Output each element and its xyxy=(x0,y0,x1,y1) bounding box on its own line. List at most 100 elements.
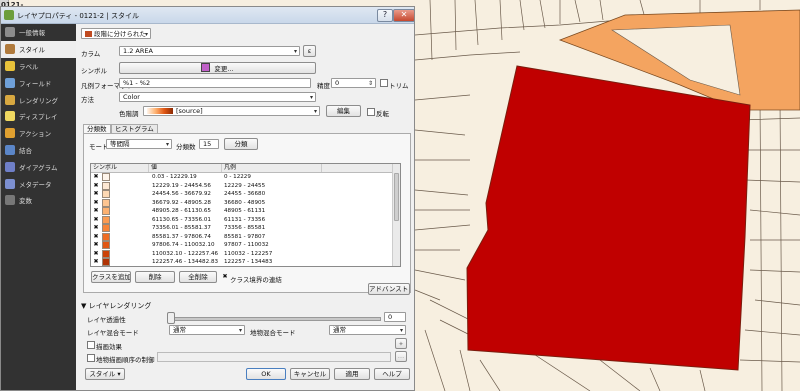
trim-checkbox[interactable] xyxy=(380,79,388,87)
table-row[interactable]: ✖ 97806.74 - 110032.10 97807 - 110032 xyxy=(91,241,400,250)
value-cell[interactable]: 122257.46 - 134482.83 xyxy=(149,258,222,266)
sidebar-item-6[interactable]: アクション xyxy=(1,125,76,142)
scroll-thumb[interactable] xyxy=(394,173,399,221)
table-row[interactable]: ✖ 0.03 - 12229.19 0 - 12229 xyxy=(91,173,400,182)
legend-cell[interactable]: 36680 - 48905 xyxy=(222,199,322,208)
table-row[interactable]: ✖ 48905.28 - 61130.65 48905 - 61131 xyxy=(91,207,400,216)
legend-cell[interactable]: 122257 - 134483 xyxy=(222,258,322,266)
draw-effects-checkbox[interactable] xyxy=(87,341,95,349)
class-color-swatch[interactable] xyxy=(102,232,110,241)
sidebar-item-8[interactable]: ダイアグラム xyxy=(1,158,76,175)
classify-button[interactable]: 分類 xyxy=(224,138,258,150)
precision-spinbox[interactable]: 0 ⇕ xyxy=(331,78,376,88)
change-symbol-button[interactable]: 変更... xyxy=(119,62,316,74)
header-symbol[interactable]: シンボル xyxy=(91,164,149,172)
legend-cell[interactable]: 61131 - 73356 xyxy=(222,216,322,225)
table-row[interactable]: ✖ 12229.19 - 24454.56 12229 - 24455 xyxy=(91,181,400,191)
table-row[interactable]: ✖ 36679.92 - 48905.28 36680 - 48905 xyxy=(91,198,400,208)
sidebar-item-3[interactable]: フィールド xyxy=(1,74,76,91)
transparency-slider-handle[interactable] xyxy=(167,312,175,324)
row-visible-checkbox[interactable]: ✖ xyxy=(93,216,99,223)
row-visible-checkbox[interactable]: ✖ xyxy=(93,199,99,206)
table-row[interactable]: ✖ 24454.56 - 36679.92 24455 - 36680 xyxy=(91,190,400,199)
row-visible-checkbox[interactable]: ✖ xyxy=(93,174,99,180)
row-visible-checkbox[interactable]: ✖ xyxy=(93,191,99,197)
help-title-button[interactable]: ? xyxy=(377,9,393,22)
legend-cell[interactable]: 110032 - 122257 xyxy=(222,250,322,259)
value-cell[interactable]: 73356.01 - 85581.37 xyxy=(149,224,222,233)
header-value[interactable]: 値 xyxy=(149,164,222,172)
close-button[interactable]: ✕ xyxy=(393,9,414,22)
sidebar-item-1[interactable]: スタイル xyxy=(1,40,76,58)
legend-cell[interactable]: 73356 - 85581 xyxy=(222,224,322,233)
table-scrollbar[interactable] xyxy=(392,164,400,266)
delete-class-button[interactable]: 削除 xyxy=(135,271,175,283)
row-visible-checkbox[interactable]: ✖ xyxy=(93,225,99,231)
sidebar-item-7[interactable]: 結合 xyxy=(1,142,76,159)
table-row[interactable]: ✖ 110032.10 - 122257.46 110032 - 122257 xyxy=(91,249,400,259)
legend-cell[interactable]: 0 - 12229 xyxy=(222,173,322,182)
class-color-swatch[interactable] xyxy=(102,198,110,207)
sidebar-item-2[interactable]: ラベル xyxy=(1,58,76,75)
row-visible-checkbox[interactable]: ✖ xyxy=(93,182,99,189)
legend-cell[interactable]: 85581 - 97807 xyxy=(222,233,322,242)
sidebar-item-4[interactable]: レンダリング xyxy=(1,91,76,108)
value-cell[interactable]: 110032.10 - 122257.46 xyxy=(149,250,222,259)
value-cell[interactable]: 97806.74 - 110032.10 xyxy=(149,241,222,250)
value-cell[interactable]: 85581.37 - 97806.74 xyxy=(149,233,222,242)
color-ramp-select[interactable]: [source] ▾ xyxy=(143,106,320,116)
classes-table[interactable]: シンボル 値 凡例 ✖ 0.03 - 12229.19 0 - 12229 ✖ 1222… xyxy=(90,163,401,267)
row-visible-checkbox[interactable]: ✖ xyxy=(93,259,99,265)
table-row[interactable]: ✖ 85581.37 - 97806.74 85581 - 97807 xyxy=(91,232,400,242)
sidebar-item-10[interactable]: 変数 xyxy=(1,192,76,209)
class-color-swatch[interactable] xyxy=(102,215,110,224)
class-count-spinbox[interactable]: 15 xyxy=(199,139,219,149)
legend-cell[interactable]: 134483 - 146708 xyxy=(222,267,322,268)
table-row[interactable]: ✖ 73356.01 - 85581.37 73356 - 85581 xyxy=(91,224,400,233)
row-visible-checkbox[interactable]: ✖ xyxy=(93,233,99,240)
feature-order-checkbox[interactable] xyxy=(87,354,95,362)
header-legend[interactable]: 凡例 xyxy=(222,164,322,172)
row-visible-checkbox[interactable]: ✖ xyxy=(93,250,99,257)
method-select[interactable]: Color ▾ xyxy=(119,92,316,102)
legend-format-input[interactable]: %1 - %2 xyxy=(119,78,311,88)
cancel-button[interactable]: キャンセル xyxy=(290,368,330,380)
row-visible-checkbox[interactable]: ✖ xyxy=(93,242,99,248)
class-color-swatch[interactable] xyxy=(102,207,110,216)
row-visible-checkbox[interactable]: ✖ xyxy=(93,208,99,214)
value-cell[interactable]: 48905.28 - 61130.65 xyxy=(149,207,222,216)
delete-all-button[interactable]: 全削除 xyxy=(179,271,217,283)
class-color-swatch[interactable] xyxy=(102,181,110,190)
effects-settings-icon[interactable]: ✦ xyxy=(395,338,407,349)
advanced-button[interactable]: アドバンスト ▾ xyxy=(368,283,410,295)
sidebar-item-9[interactable]: メタデータ xyxy=(1,175,76,192)
style-menu-button[interactable]: スタイル ▾ xyxy=(85,368,125,380)
class-color-swatch[interactable] xyxy=(102,224,110,233)
renderer-select[interactable]: 段階に分けられた ▾ xyxy=(81,28,151,39)
help-button[interactable]: ヘルプ xyxy=(374,368,410,380)
layer-rendering-header[interactable]: ▼ レイヤレンダリング xyxy=(81,301,151,311)
value-cell[interactable]: 0.03 - 12229.19 xyxy=(149,173,222,182)
link-boundaries-checkbox[interactable]: ✖ xyxy=(222,274,228,280)
table-row[interactable]: ✖ 61130.65 - 73356.01 61131 - 73356 xyxy=(91,215,400,225)
transparency-slider-track[interactable] xyxy=(169,317,381,321)
class-color-swatch[interactable] xyxy=(102,173,110,182)
transparency-spinbox[interactable]: 0 xyxy=(384,312,406,322)
dialog-titlebar[interactable]: レイヤプロパティ - 0121-2 | スタイル ? ✕ xyxy=(1,7,414,24)
class-color-swatch[interactable] xyxy=(102,241,110,250)
ok-button[interactable]: OK xyxy=(246,368,286,380)
mode-select[interactable]: 等間隔 ▾ xyxy=(106,139,172,149)
apply-button[interactable]: 適用 xyxy=(334,368,370,380)
legend-cell[interactable]: 97807 - 110032 xyxy=(222,241,322,250)
legend-cell[interactable]: 24455 - 36680 xyxy=(222,190,322,199)
class-color-swatch[interactable] xyxy=(102,249,110,258)
column-select[interactable]: 1.2 AREA ▾ xyxy=(119,46,300,56)
add-class-button[interactable]: クラスを追加 xyxy=(91,271,131,283)
legend-cell[interactable]: 12229 - 24455 xyxy=(222,182,322,191)
class-color-swatch[interactable] xyxy=(102,258,110,266)
blend-mode-select[interactable]: 通常 ▾ xyxy=(169,325,245,335)
feature-blend-select[interactable]: 通常 ▾ xyxy=(329,325,406,335)
selected-feature-polygon[interactable] xyxy=(466,65,751,371)
value-cell[interactable]: 134482.83 - 146708.19 xyxy=(149,267,222,268)
value-cell[interactable]: 12229.19 - 24454.56 xyxy=(149,182,222,191)
